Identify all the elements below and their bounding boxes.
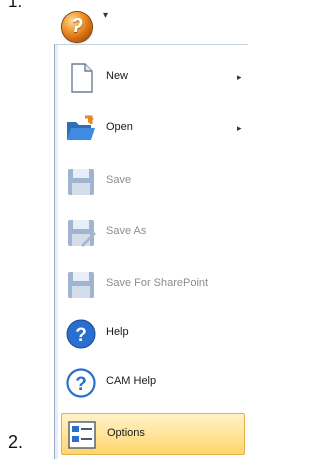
menu-item-cam-help[interactable]: ? CAM Help xyxy=(61,362,245,404)
menu-item-label: Save As xyxy=(106,225,147,237)
svg-text:?: ? xyxy=(75,374,87,395)
new-document-icon xyxy=(71,63,93,93)
menu-item-options[interactable]: Options xyxy=(61,413,245,455)
menu-item-label: New xyxy=(106,70,129,82)
app-orb-button[interactable]: ʔ xyxy=(62,12,92,42)
menu-item-new[interactable]: New ▸ xyxy=(61,57,245,99)
menu-item-label: Options xyxy=(107,427,145,439)
menu-item-label: Open xyxy=(106,121,133,133)
menu-item-label: Save xyxy=(106,174,132,186)
menu-item-open[interactable]: Open ▸ xyxy=(61,108,245,150)
application-menu: New ▸ Open ▸ Save Save As Save For Share… xyxy=(54,44,248,459)
save-as-icon xyxy=(68,220,96,247)
app-logo-icon: ʔ xyxy=(71,15,83,37)
menu-item-save-as[interactable]: Save As xyxy=(61,212,245,254)
menu-item-help[interactable]: ? Help xyxy=(61,313,245,355)
options-icon xyxy=(68,421,96,449)
menu-item-label: Help xyxy=(106,326,129,338)
menu-item-label: Save For SharePoint xyxy=(106,277,209,289)
step-number-bottom: 2. xyxy=(8,432,24,452)
open-folder-icon xyxy=(67,115,95,140)
menu-item-save-for-sharepoint[interactable]: Save For SharePoint xyxy=(61,264,245,306)
help-icon: ? xyxy=(66,319,96,349)
save-sharepoint-icon xyxy=(68,272,94,298)
menu-item-label: CAM Help xyxy=(106,375,157,387)
cam-help-icon: ? xyxy=(66,368,96,398)
save-icon xyxy=(68,169,94,195)
submenu-arrow-icon: ▸ xyxy=(237,72,242,82)
svg-text:?: ? xyxy=(75,325,87,346)
step-number-top: 1. xyxy=(8,0,23,11)
quick-access-toolbar-dropdown[interactable]: ▾ xyxy=(103,10,108,21)
menu-item-save[interactable]: Save xyxy=(61,161,245,203)
submenu-arrow-icon: ▸ xyxy=(237,123,242,133)
